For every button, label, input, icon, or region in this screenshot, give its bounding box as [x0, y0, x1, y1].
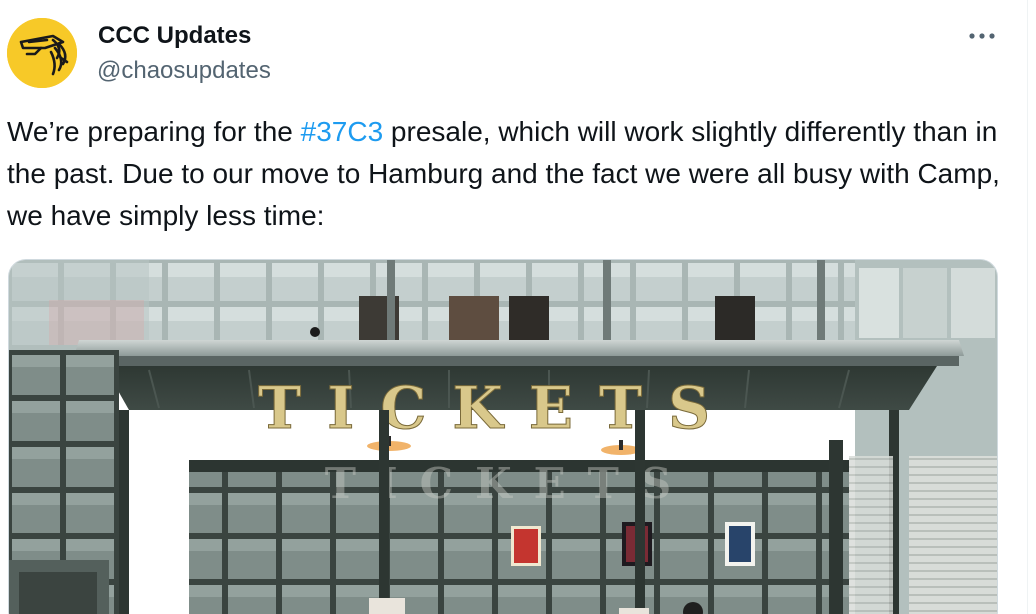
hashtag-link[interactable]: #37C3	[301, 116, 384, 147]
author-display-name[interactable]: CCC Updates	[98, 20, 251, 52]
tickets-building-photo: TICKETS TICKETS	[9, 260, 997, 614]
more-horizontal-icon	[969, 33, 995, 39]
more-options-button[interactable]	[962, 20, 1002, 52]
timeline-divider	[1027, 0, 1028, 614]
tickets-sign-text: TICKETS	[258, 374, 736, 442]
ccc-chaos-knoten-logo-icon	[7, 18, 77, 88]
author-handle[interactable]: @chaosupdates	[97, 55, 271, 87]
tweet-text: We’re preparing for the #37C3 presale, w…	[7, 111, 1017, 237]
avatar[interactable]	[7, 18, 77, 88]
tweet-card[interactable]: CCC Updates @chaosupdates We’re preparin…	[0, 0, 1036, 614]
tweet-photo[interactable]: TICKETS TICKETS	[8, 259, 998, 614]
tweet-text-before: We’re preparing for the	[7, 116, 301, 147]
